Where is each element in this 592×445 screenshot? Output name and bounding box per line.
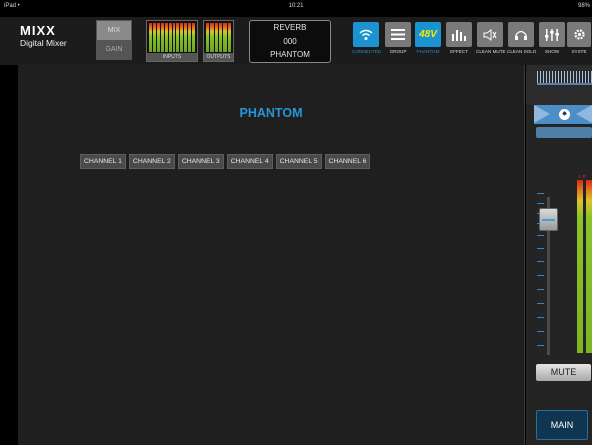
48v-icon: 48V: [415, 22, 441, 47]
channel-list: CHANNEL 1 CHANNEL 2 CHANNEL 3 CHANNEL 4 …: [80, 154, 371, 169]
eq-ticks: [537, 71, 592, 83]
wifi-icon: [353, 22, 379, 47]
app-logo: MIXX Digital Mixer: [20, 23, 67, 49]
main-channel-strip: ◆ L R MUTE MAIN: [526, 65, 592, 445]
brand-subtitle: Digital Mixer: [20, 38, 67, 48]
pan-right-wedge: [576, 105, 592, 123]
clock: 10:21: [288, 3, 304, 9]
eq-baseline: [537, 83, 592, 85]
channel-6-button[interactable]: CHANNEL 6: [324, 154, 371, 169]
outputs-meter[interactable]: OUTPUTS: [203, 20, 234, 62]
sliders-icon: [539, 22, 565, 47]
mix-button[interactable]: MIX: [97, 21, 131, 40]
status-bar: iPad • 10:21 98%: [0, 0, 592, 17]
channel-3-button[interactable]: CHANNEL 3: [177, 154, 224, 169]
battery-level: 98%: [577, 3, 590, 9]
solo-button[interactable]: [536, 127, 592, 138]
gear-icon: [567, 22, 591, 47]
clean-mute-button[interactable]: CLEAN MUTE: [476, 22, 506, 60]
left-level-meter: [577, 180, 583, 353]
connected-label: CONNECTED: [352, 49, 382, 54]
clean-solo-label: CLEAN SOLO: [507, 49, 537, 54]
menu-icon: [385, 22, 411, 47]
effect-button[interactable]: EFFECT: [445, 22, 473, 60]
pan-control[interactable]: ◆: [534, 105, 592, 124]
brand-name: MIXX: [20, 23, 56, 38]
channel-5-button[interactable]: CHANNEL 5: [275, 154, 322, 169]
fader-indicator: [542, 219, 555, 221]
system-button[interactable]: SYSTE: [566, 22, 592, 60]
phantom-label: PHANTOM: [416, 49, 440, 54]
inputs-meter[interactable]: INPUTS: [146, 20, 198, 62]
mute-icon: [477, 22, 503, 47]
bars-icon: [446, 22, 472, 47]
show-label: SHOW: [544, 49, 560, 54]
outputs-label: OUTPUTS: [204, 53, 233, 61]
reverb-display[interactable]: REVERB 000 PHANTOM: [249, 20, 331, 63]
clean-solo-button[interactable]: CLEAN SOLO: [507, 22, 537, 60]
show-button[interactable]: SHOW: [538, 22, 566, 60]
phantom-button[interactable]: 48V PHANTOM: [414, 22, 442, 60]
main-button[interactable]: MAIN: [536, 410, 588, 440]
group-label: GROUP: [389, 49, 407, 54]
reverb-value: 000: [283, 36, 297, 46]
master-fader[interactable]: [539, 208, 558, 231]
headphones-icon: [508, 22, 534, 47]
clean-mute-label: CLEAN MUTE: [476, 49, 506, 54]
inputs-meter-bars: [149, 23, 196, 52]
reverb-mode: PHANTOM: [270, 50, 310, 59]
reverb-name: REVERB: [273, 23, 307, 32]
channel-2-button[interactable]: CHANNEL 2: [128, 154, 175, 169]
inputs-label: INPUTS: [147, 53, 197, 61]
page-title: PHANTOM: [239, 106, 303, 120]
lr-label: L R: [579, 174, 586, 179]
system-label: SYSTE: [571, 49, 587, 54]
group-button[interactable]: GROUP: [384, 22, 412, 60]
eq-display[interactable]: [526, 65, 592, 105]
connected-button[interactable]: CONNECTED: [352, 22, 382, 60]
phantom-panel: PHANTOM CHANNEL 1 CHANNEL 2 CHANNEL 3 CH…: [18, 65, 525, 445]
mixer-app: iPad • 10:21 98% MIXX Digital Mixer MIX …: [0, 0, 592, 445]
mute-button[interactable]: MUTE: [536, 364, 591, 381]
outputs-meter-bars: [206, 23, 231, 52]
top-toolbar: MIXX Digital Mixer MIX GAIN INPUTS OUTPU…: [0, 17, 592, 65]
channel-1-button[interactable]: CHANNEL 1: [80, 154, 126, 169]
pan-knob-icon[interactable]: ◆: [559, 109, 570, 120]
pan-left-wedge: [534, 105, 550, 123]
gain-button[interactable]: GAIN: [97, 40, 131, 59]
channel-4-button[interactable]: CHANNEL 4: [226, 154, 273, 169]
mix-gain-toggle[interactable]: MIX GAIN: [96, 20, 132, 60]
right-level-meter: [586, 180, 592, 353]
effect-label: EFFECT: [450, 49, 468, 54]
